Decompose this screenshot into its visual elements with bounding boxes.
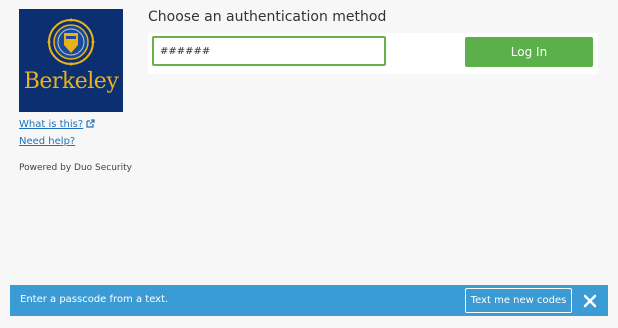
passcode-method-row: Log In xyxy=(148,33,598,74)
powered-by-text: Powered by Duo Security xyxy=(19,163,132,173)
login-button[interactable]: Log In xyxy=(465,37,593,67)
notification-message: Enter a passcode from a text. xyxy=(20,294,169,305)
what-is-this-label: What is this? xyxy=(19,119,84,130)
logo-wordmark: Berkeley xyxy=(23,69,119,94)
need-help-link[interactable]: Need help? xyxy=(19,136,75,147)
close-icon[interactable] xyxy=(582,293,598,309)
passcode-input[interactable] xyxy=(152,36,386,66)
page-title: Choose an authentication method xyxy=(148,9,387,25)
text-new-codes-button[interactable]: Text me new codes xyxy=(465,288,572,313)
what-is-this-link[interactable]: What is this? xyxy=(19,119,95,131)
external-link-icon xyxy=(86,119,95,131)
duo-auth-page: Berkeley What is this? Need help? Powere… xyxy=(0,0,618,328)
berkeley-logo: Berkeley xyxy=(19,9,123,112)
notification-bar: Enter a passcode from a text. Text me ne… xyxy=(10,285,608,316)
uc-seal-icon xyxy=(47,18,95,66)
